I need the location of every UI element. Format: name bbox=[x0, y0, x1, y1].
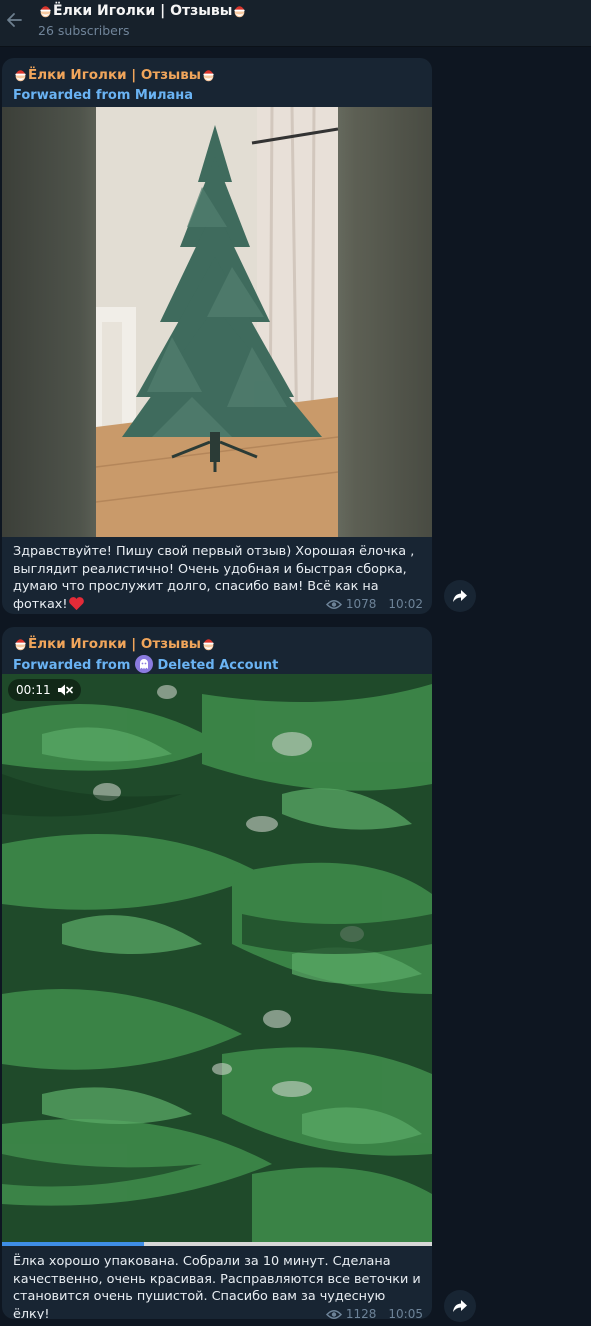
message-time: 10:05 bbox=[388, 1307, 423, 1319]
view-count: 1128 bbox=[345, 1307, 377, 1319]
message-bubble[interactable]: Ёлки Иголки | Отзывы Forwarded from Мила… bbox=[2, 58, 432, 614]
tree-photo-image bbox=[2, 106, 432, 537]
subscriber-count: 26 subscribers bbox=[38, 23, 130, 38]
back-button[interactable] bbox=[2, 6, 26, 34]
eye-icon bbox=[325, 599, 342, 609]
heart-emoji-icon bbox=[68, 596, 84, 610]
santa-emoji-icon bbox=[203, 639, 214, 651]
channel-title-text: Ёлки Иголки | Отзывы bbox=[53, 3, 233, 19]
ghost-avatar-icon bbox=[134, 655, 153, 673]
chat-header: Ёлки Иголки | Отзывы 26 subscribers bbox=[0, 0, 591, 47]
mute-icon bbox=[57, 684, 73, 696]
message-channel-name[interactable]: Ёлки Иголки | Отзывы bbox=[13, 633, 421, 655]
forwarded-name: Милана bbox=[134, 88, 194, 103]
share-icon bbox=[453, 590, 467, 602]
channel-name-text: Ёлки Иголки | Отзывы bbox=[28, 636, 202, 652]
message-header: Ёлки Иголки | Отзывы Forwarded from Dele… bbox=[2, 627, 432, 676]
video-progress-bar[interactable] bbox=[2, 1242, 432, 1246]
back-arrow-icon bbox=[7, 13, 22, 27]
photo-christmas-tree[interactable] bbox=[2, 106, 432, 537]
santa-emoji-icon bbox=[15, 639, 26, 651]
santa-emoji-icon bbox=[203, 70, 214, 82]
santa-emoji-icon bbox=[40, 6, 51, 18]
message-header: Ёлки Иголки | Отзывы Forwarded from Мила… bbox=[2, 58, 432, 107]
message-meta: 1128 10:05 bbox=[325, 1307, 423, 1319]
eye-icon bbox=[325, 1309, 342, 1319]
video-duration-badge[interactable]: 00:11 bbox=[8, 679, 81, 701]
video-player[interactable]: 00:11 bbox=[2, 674, 432, 1246]
share-button[interactable] bbox=[444, 580, 476, 612]
forwarded-from[interactable]: Forwarded from Милана bbox=[13, 86, 421, 106]
share-icon bbox=[453, 1300, 467, 1312]
video-progress-fill bbox=[2, 1242, 144, 1246]
forwarded-from[interactable]: Forwarded from Deleted Account bbox=[13, 655, 421, 675]
message-channel-name[interactable]: Ёлки Иголки | Отзывы bbox=[13, 64, 421, 86]
message-meta: 1078 10:02 bbox=[325, 597, 423, 611]
forwarded-prefix: Forwarded from bbox=[13, 88, 131, 103]
channel-title[interactable]: Ёлки Иголки | Отзывы bbox=[38, 3, 247, 19]
video-frame-image bbox=[2, 674, 432, 1242]
santa-emoji-icon bbox=[234, 6, 246, 18]
video-duration: 00:11 bbox=[16, 683, 51, 697]
share-button[interactable] bbox=[444, 1290, 476, 1322]
message-bubble[interactable]: Ёлки Иголки | Отзывы Forwarded from Dele… bbox=[2, 627, 432, 1319]
channel-name-text: Ёлки Иголки | Отзывы bbox=[28, 67, 202, 83]
message-time: 10:02 bbox=[388, 597, 423, 611]
forwarded-name: Deleted Account bbox=[157, 658, 279, 673]
view-count: 1078 bbox=[345, 597, 377, 611]
santa-emoji-icon bbox=[15, 70, 26, 82]
forwarded-prefix: Forwarded from bbox=[13, 658, 131, 673]
